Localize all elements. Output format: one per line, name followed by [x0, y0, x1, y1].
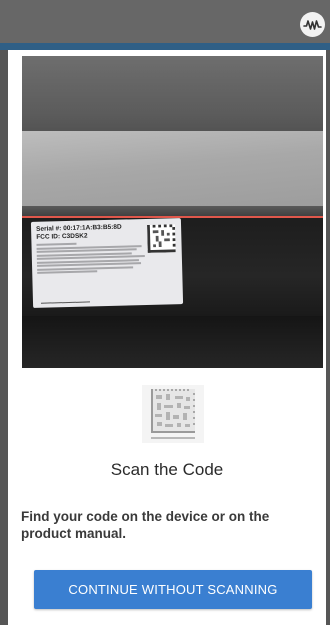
header-accent-line [0, 43, 330, 50]
label-datamatrix-icon [147, 224, 176, 253]
backdrop-left [0, 50, 8, 625]
camera-preview[interactable]: Serial #: 00:17:1A:B3:B5:8D FCC ID: C3DS… [22, 56, 323, 368]
app-bar [0, 0, 330, 43]
camera-foreground [22, 316, 323, 368]
label-fine-print [36, 241, 145, 274]
backdrop-right [326, 50, 330, 625]
waveform-logo-icon [300, 12, 325, 37]
device-label-sticker: Serial #: 00:17:1A:B3:B5:8D FCC ID: C3DS… [30, 218, 184, 308]
label-footer-fine-print: ▬▬▬▬▬▬▬▬▬▬▬▬▬▬ [40, 299, 91, 305]
dialog-title: Scan the Code [110, 460, 224, 479]
scan-dialog: Serial #: 00:17:1A:B3:B5:8D FCC ID: C3DS… [8, 50, 326, 625]
scan-instruction-text: Find your code on the device or on the p… [21, 509, 270, 541]
datamatrix-code-icon [142, 385, 204, 443]
continue-without-scanning-button[interactable]: CONTINUE WITHOUT SCANNING [34, 570, 312, 609]
